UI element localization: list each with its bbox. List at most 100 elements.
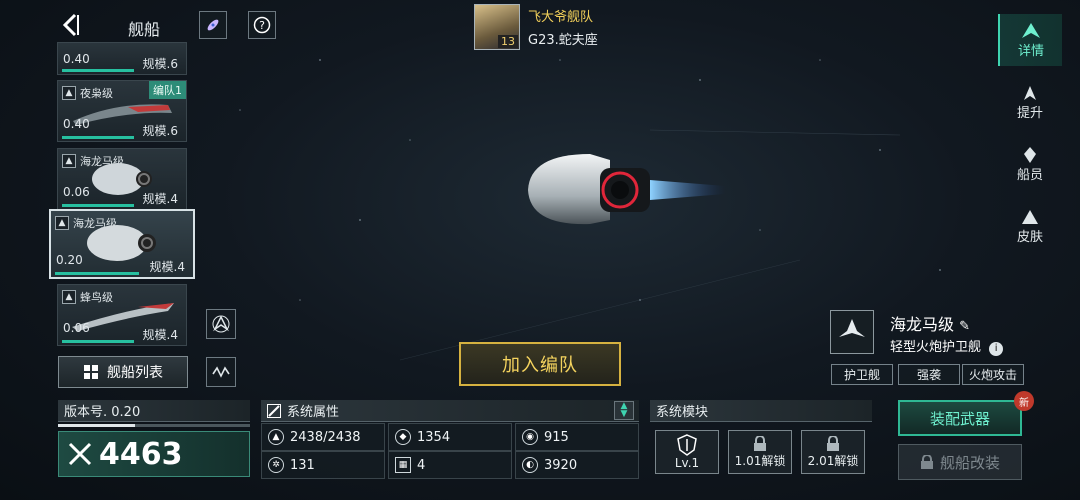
back-arrow-icon [62, 13, 79, 37]
wave-button[interactable] [206, 357, 236, 387]
svg-text:?: ? [259, 19, 265, 32]
modules-panel-header: 系统模块 [650, 400, 872, 422]
stat-value: 131 [290, 457, 315, 473]
lock-icon [920, 455, 933, 469]
player-info[interactable]: 13 飞大爷舰队 G23.蛇夫座 [474, 4, 598, 50]
ship-card[interactable]: ▲ 海龙马级 0.06 规模.4 [57, 148, 187, 210]
ship-name[interactable]: 海龙马级 ✎ [890, 311, 970, 335]
ship-scale: 规模.4 [142, 328, 178, 342]
module-label: 1.01解锁 [734, 453, 786, 468]
ship-version: 0.06 [63, 321, 90, 335]
help-icon: ? [253, 16, 271, 34]
grid-icon: ▦ [395, 457, 411, 473]
fleet-filter-button[interactable] [206, 309, 236, 339]
tab-label: 详情 [1017, 43, 1044, 59]
tab-upgrade[interactable]: 提升 [998, 76, 1062, 128]
ship-scale: 规模.6 [142, 57, 178, 71]
ship-scale: 规模.4 [142, 192, 178, 206]
tab-details[interactable]: 详情 [998, 14, 1062, 66]
main-ship-model [528, 154, 725, 225]
ship-card[interactable]: ▲ 夜枭级 编队1 0.40 规模.6 [57, 80, 187, 142]
stats-toggle-button[interactable]: ▲ ▼ [614, 401, 634, 420]
stat-target: ✲ 131 [261, 451, 385, 479]
back-button[interactable] [58, 12, 84, 38]
ship-class-icon: ▲ [62, 154, 76, 168]
ship-tag: 强袭 [898, 364, 960, 385]
shield-icon [677, 434, 697, 456]
tab-label: 船员 [1016, 167, 1043, 183]
ship-version: 0.06 [63, 185, 90, 199]
grid-icon [84, 365, 98, 379]
module-slot-locked[interactable]: 2.01解锁 [801, 430, 865, 474]
tab-label: 皮肤 [1016, 229, 1043, 245]
ship-modify-button[interactable]: 舰船改装 [898, 444, 1022, 480]
ship-version: 0.20 [56, 253, 83, 267]
equip-weapon-button[interactable]: 装配武器 [898, 400, 1022, 436]
tab-label: 提升 [1016, 105, 1043, 121]
version-bar [58, 424, 250, 427]
rocket-icon [207, 19, 219, 31]
ship-class-icon: ▲ [55, 216, 69, 230]
ship-class-icon [830, 310, 874, 354]
target-icon: ✲ [268, 457, 284, 473]
stat-value: 1354 [417, 429, 451, 445]
ship-type-text: 轻型火炮护卫舰 [890, 340, 982, 355]
ship-scale: 规模.6 [142, 124, 178, 138]
lock-icon [754, 435, 766, 451]
ship-tag: 火炮攻击 [962, 364, 1024, 385]
ship-tag: 护卫舰 [831, 364, 893, 385]
player-name: 飞大爷舰队 [528, 10, 594, 25]
radar-icon: ◐ [522, 457, 538, 473]
combat-power-value: 4463 [99, 436, 183, 472]
stat-shield: ◆ 1354 [388, 423, 512, 451]
ship-list-button[interactable]: 舰船列表 [58, 356, 188, 388]
rocket-button[interactable] [199, 11, 227, 39]
tab-crew[interactable]: 船员 [998, 138, 1062, 190]
ship-card[interactable]: 0.40 规模.6 [57, 42, 187, 75]
ship-progress-bar [55, 272, 139, 275]
ship-progress-bar [62, 136, 134, 139]
ship-list-label: 舰船列表 [107, 365, 163, 381]
help-button[interactable]: ? [248, 11, 276, 39]
stat-slots: ▦ 4 [388, 451, 512, 479]
stat-radar: ◐ 3920 [515, 451, 639, 479]
details-icon [1022, 22, 1040, 38]
ship-version: 0.40 [63, 52, 90, 66]
crew-icon [1024, 146, 1036, 163]
ship-card-selected[interactable]: ▲ 海龙马级 0.20 规模.4 [49, 209, 195, 279]
stat-value: 2438/2438 [290, 429, 361, 445]
ship-name-text: 海龙马级 [890, 315, 955, 334]
ship-progress-bar [62, 340, 134, 343]
avatar[interactable]: 13 [474, 4, 520, 50]
ship-modify-label: 舰船改装 [939, 453, 1000, 472]
player-level: 13 [498, 35, 518, 48]
module-label: 2.01解锁 [807, 453, 859, 468]
ship-card[interactable]: ▲ 蜂鸟级 0.06 规模.4 [57, 284, 187, 346]
player-location: G23.蛇夫座 [528, 33, 598, 48]
combat-power: 4463 [58, 431, 250, 477]
ship-version: 0.40 [63, 117, 90, 131]
shield-stat-icon: ◆ [395, 429, 411, 445]
stat-value: 915 [544, 429, 569, 445]
ship-progress-bar [62, 69, 134, 72]
info-icon[interactable]: i [989, 342, 1004, 356]
lock-icon [827, 435, 839, 451]
upgrade-icon [1024, 85, 1036, 100]
stats-panel-header: 系统属性 [261, 400, 639, 422]
stats-icon [267, 403, 281, 418]
edit-pencil-icon[interactable]: ✎ [959, 319, 970, 334]
stat-value: 3920 [544, 457, 578, 473]
module-slot[interactable]: Lv.1 [655, 430, 719, 474]
fleet-icon [212, 315, 230, 333]
module-slot-locked[interactable]: 1.01解锁 [728, 430, 792, 474]
module-label: Lv.1 [674, 456, 700, 470]
stat-speed: ◉ 915 [515, 423, 639, 451]
ship-class-emblem-icon [839, 319, 865, 337]
tab-skin[interactable]: 皮肤 [998, 200, 1062, 252]
ship-type: 轻型火炮护卫舰 i [890, 336, 1004, 356]
ship-progress-bar [62, 204, 134, 207]
wave-icon [212, 366, 230, 378]
speed-icon: ◉ [522, 429, 538, 445]
stat-armor: ▲ 2438/2438 [261, 423, 385, 451]
join-fleet-button[interactable]: 加入编队 [459, 342, 621, 386]
